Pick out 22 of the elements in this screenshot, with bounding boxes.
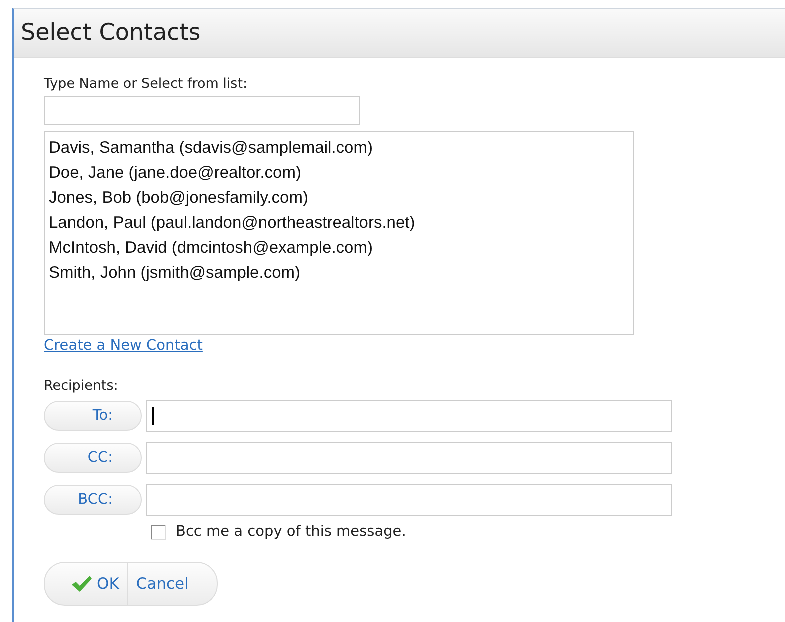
contact-item[interactable]: Jones, Bob (bob@jonesfamily.com): [49, 186, 308, 211]
cancel-button[interactable]: Cancel: [128, 563, 217, 605]
checkbox-label: Bcc me a copy of this message.: [176, 524, 406, 540]
recipient-field[interactable]: [146, 442, 672, 474]
recipient-field[interactable]: [146, 400, 672, 432]
contact-item[interactable]: Davis, Samantha (sdavis@samplemail.com): [49, 136, 373, 161]
recipient-type-button[interactable]: BCC:: [44, 485, 142, 515]
contact-item[interactable]: Doe, Jane (jane.doe@realtor.com): [49, 161, 302, 186]
contact-item[interactable]: McIntosh, David (dmcintosh@example.com): [49, 236, 373, 261]
checkmark-icon: [71, 575, 93, 593]
create-contact-link[interactable]: Create a New Contact: [44, 338, 203, 354]
window-title: Select Contacts: [21, 20, 201, 46]
search-label: Type Name or Select from list:: [44, 76, 248, 92]
recipient-type-button[interactable]: To:: [44, 401, 142, 431]
search-field[interactable]: [44, 96, 360, 125]
contact-item[interactable]: Landon, Paul (paul.landon@northeastrealtors.net): [49, 211, 416, 236]
contact-item[interactable]: Smith, John (jsmith@sample.com): [49, 261, 300, 286]
recipients-label: Recipients:: [44, 378, 118, 394]
recipient-type-button[interactable]: CC:: [44, 443, 142, 473]
checkbox[interactable]: [151, 524, 166, 540]
recipient-field[interactable]: [146, 484, 672, 516]
ok-button[interactable]: OK: [45, 563, 128, 605]
